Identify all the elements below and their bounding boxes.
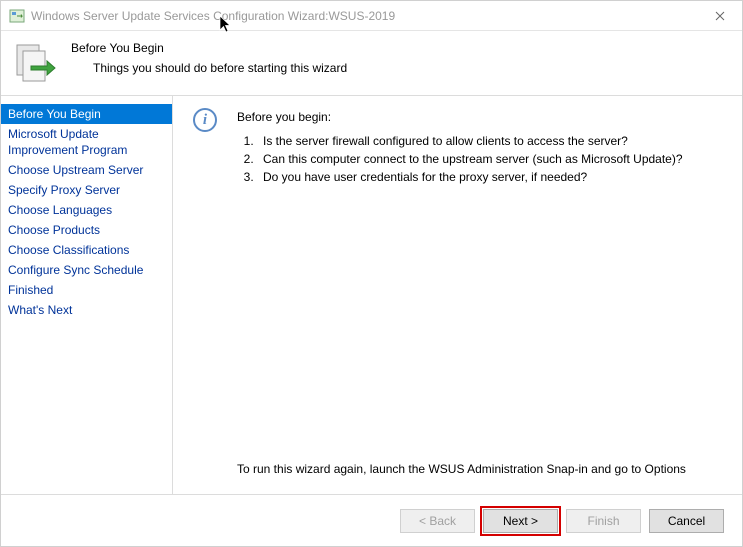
step-finished[interactable]: Finished [1, 280, 172, 300]
steps-sidebar: Before You Begin Microsoft Update Improv… [1, 96, 173, 494]
step-whats-next[interactable]: What's Next [1, 300, 172, 320]
page-subtitle: Things you should do before starting thi… [93, 61, 347, 75]
step-proxy-server[interactable]: Specify Proxy Server [1, 180, 172, 200]
close-icon [715, 11, 725, 21]
finish-button: Finish [566, 509, 641, 533]
page-title: Before You Begin [71, 41, 347, 55]
button-bar: < Back Next > Finish Cancel [1, 494, 742, 546]
footer-note: To run this wizard again, launch the WSU… [237, 462, 722, 476]
checklist-item: Can this computer connect to the upstrea… [257, 152, 683, 166]
step-languages[interactable]: Choose Languages [1, 200, 172, 220]
step-improvement-program[interactable]: Microsoft Update Improvement Program [1, 124, 172, 160]
step-upstream-server[interactable]: Choose Upstream Server [1, 160, 172, 180]
intro-text: Before you begin: [237, 110, 683, 124]
step-before-you-begin[interactable]: Before You Begin [1, 104, 172, 124]
back-button: < Back [400, 509, 475, 533]
wizard-body: Before You Begin Microsoft Update Improv… [1, 96, 742, 494]
app-icon [9, 8, 25, 24]
checklist-item: Do you have user credentials for the pro… [257, 170, 683, 184]
window-title: Windows Server Update Services Configura… [31, 9, 395, 23]
step-classifications[interactable]: Choose Classifications [1, 240, 172, 260]
close-button[interactable] [697, 1, 742, 31]
step-sync-schedule[interactable]: Configure Sync Schedule [1, 260, 172, 280]
step-products[interactable]: Choose Products [1, 220, 172, 240]
next-button[interactable]: Next > [483, 509, 558, 533]
checklist: Is the server firewall configured to all… [237, 134, 683, 184]
wizard-icon [15, 41, 57, 83]
titlebar: Windows Server Update Services Configura… [1, 1, 742, 31]
checklist-item: Is the server firewall configured to all… [257, 134, 683, 148]
info-icon: i [193, 108, 217, 132]
content-panel: i Before you begin: Is the server firewa… [173, 96, 742, 494]
wizard-header: Before You Begin Things you should do be… [1, 31, 742, 96]
cancel-button[interactable]: Cancel [649, 509, 724, 533]
